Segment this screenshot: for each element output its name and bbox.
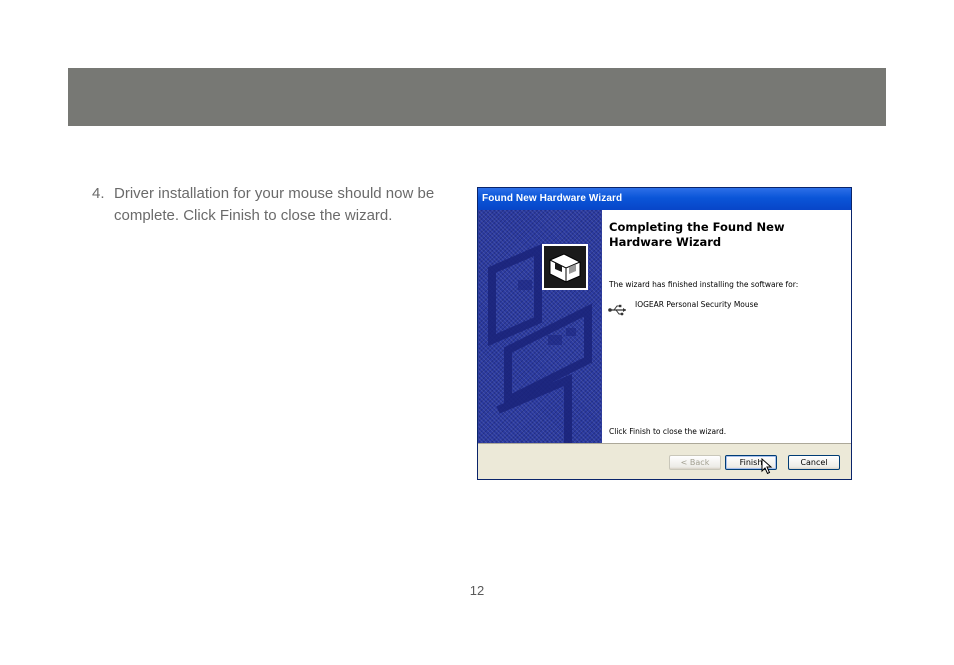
wizard-window: Found New Hardware Wizard Completing the… (477, 187, 852, 480)
step-number: 4. (92, 185, 105, 202)
wizard-intro-text: The wizard has finished installing the s… (609, 280, 799, 289)
back-button[interactable]: < Back (669, 455, 721, 470)
cancel-button[interactable]: Cancel (788, 455, 840, 470)
wizard-button-bar: < Back Finish Cancel (478, 443, 851, 479)
wizard-footer-text: Click Finish to close the wizard. (609, 427, 727, 436)
step-instruction: 4. Driver installation for your mouse sh… (92, 183, 472, 227)
hardware-wizard-icon (542, 244, 588, 290)
page-number: 12 (469, 583, 485, 598)
step-text: Driver installation for your mouse shoul… (114, 185, 435, 224)
wizard-side-panel (478, 210, 602, 443)
wizard-content: Completing the Found New Hardware Wizard… (602, 210, 851, 443)
wizard-title-bar[interactable]: Found New Hardware Wizard (478, 188, 851, 210)
usb-icon (608, 303, 630, 321)
mouse-cursor-icon (761, 457, 773, 480)
device-name: IOGEAR Personal Security Mouse (635, 300, 759, 309)
header-band (68, 68, 886, 126)
wizard-heading: Completing the Found New Hardware Wizard (609, 220, 785, 249)
